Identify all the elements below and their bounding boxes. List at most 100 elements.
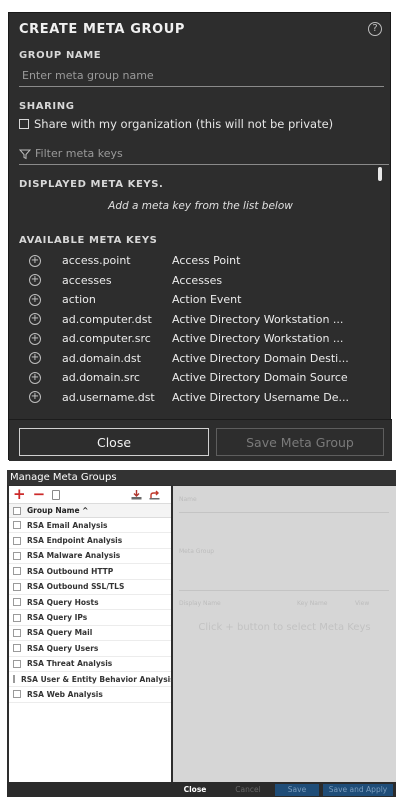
- available-key-row[interactable]: + ad.username.dst Active Directory Usernam…: [9, 388, 392, 408]
- displayed-keys-hint: Add a meta key from the list below: [108, 200, 293, 212]
- available-key-row[interactable]: + accesses Accesses: [9, 271, 392, 291]
- add-key-icon[interactable]: +: [29, 313, 41, 326]
- available-keys-list: + access.point Access Point + accesses Access…: [9, 251, 392, 411]
- group-row[interactable]: RSA Outbound SSL/TLS: [9, 580, 171, 595]
- window-title: Manage Meta Groups: [7, 470, 396, 485]
- add-key-icon[interactable]: +: [29, 274, 41, 287]
- groups-toolbar: + −: [9, 486, 171, 504]
- row-checkbox[interactable]: [13, 628, 21, 637]
- key-name: ad.computer.dst: [62, 312, 152, 326]
- row-checkbox[interactable]: [13, 644, 21, 653]
- group-name: RSA User & Entity Behavior Analysis: [21, 674, 175, 684]
- group-row[interactable]: RSA Malware Analysis: [9, 549, 171, 565]
- dialog-footer: Close Save Meta Group: [9, 419, 392, 461]
- key-name: action: [62, 293, 96, 307]
- detail-view-label: Meta Group: [179, 548, 215, 555]
- cancel-button[interactable]: Cancel: [229, 784, 267, 796]
- row-checkbox[interactable]: [13, 659, 21, 668]
- key-description: Action Event: [172, 293, 242, 307]
- group-row[interactable]: RSA Outbound HTTP: [9, 564, 171, 580]
- add-key-icon[interactable]: +: [29, 391, 41, 404]
- add-key-icon[interactable]: +: [29, 332, 41, 345]
- add-icon[interactable]: +: [13, 487, 26, 502]
- row-checkbox[interactable]: [13, 613, 21, 622]
- key-name: ad.computer.src: [62, 332, 151, 346]
- row-checkbox[interactable]: [13, 567, 21, 576]
- copy-icon[interactable]: [52, 489, 61, 500]
- available-key-row[interactable]: + ad.domain.dst Active Directory Domain De…: [9, 349, 392, 369]
- save-button[interactable]: Save: [275, 784, 319, 796]
- group-name: RSA Query Users: [27, 643, 99, 653]
- group-row[interactable]: RSA User & Entity Behavior Analysis: [9, 672, 175, 688]
- col-view: View: [355, 600, 370, 607]
- group-row[interactable]: RSA Web Analysis: [9, 687, 171, 703]
- help-icon[interactable]: ?: [368, 22, 382, 36]
- row-checkbox[interactable]: [13, 536, 21, 545]
- displayed-meta-keys-label: DISPLAYED META KEYS.: [19, 179, 164, 190]
- group-name: RSA Threat Analysis: [27, 659, 113, 669]
- key-name: ad.username.dst: [62, 390, 155, 404]
- row-checkbox[interactable]: [13, 551, 21, 560]
- manage-meta-groups-window: Manage Meta Groups + − Group Name ^ RSA …: [7, 470, 396, 797]
- row-checkbox[interactable]: [13, 582, 21, 591]
- close-button[interactable]: Close: [175, 784, 215, 796]
- row-checkbox[interactable]: [13, 675, 15, 684]
- key-name: ad.domain.dst: [62, 351, 141, 365]
- group-name: RSA Endpoint Analysis: [27, 536, 123, 546]
- detail-name-line: [179, 512, 389, 513]
- group-row[interactable]: RSA Query Hosts: [9, 595, 171, 611]
- add-key-icon[interactable]: +: [29, 254, 41, 267]
- group-name-label: GROUP NAME: [19, 50, 102, 61]
- save-and-apply-button[interactable]: Save and Apply: [323, 784, 393, 796]
- row-checkbox[interactable]: [13, 690, 21, 699]
- share-checkbox[interactable]: [19, 119, 29, 129]
- col-display-name: Display Name: [179, 600, 221, 607]
- group-name: RSA Query IPs: [27, 613, 88, 623]
- group-row[interactable]: RSA Query Mail: [9, 626, 171, 642]
- available-key-row[interactable]: + action Action Event: [9, 290, 392, 310]
- available-key-row[interactable]: + ad.domain.src Active Directory Domain So…: [9, 368, 392, 388]
- group-row[interactable]: RSA Query IPs: [9, 610, 171, 626]
- empty-state-message: Click + button to select Meta Keys: [198, 622, 371, 633]
- groups-panel: + − Group Name ^ RSA Email Analysis RSA E…: [9, 486, 175, 782]
- filter-icon: [19, 149, 31, 159]
- available-key-row[interactable]: + ad.computer.src Active Directory Worksta…: [9, 329, 392, 349]
- group-name-column-header[interactable]: Group Name ^: [27, 506, 88, 515]
- share-option[interactable]: Share with my organization (this will no…: [19, 117, 333, 131]
- import-icon[interactable]: [131, 489, 142, 500]
- detail-name-label: Name: [179, 496, 197, 503]
- key-description: Active Directory Username De...: [172, 390, 350, 404]
- displayed-keys-scrollbar[interactable]: [378, 167, 382, 181]
- close-button[interactable]: Close: [19, 428, 209, 456]
- manage-footer: Close Cancel Save Save and Apply: [7, 782, 396, 797]
- group-row[interactable]: RSA Endpoint Analysis: [9, 533, 171, 549]
- remove-icon[interactable]: −: [33, 487, 46, 502]
- available-key-row[interactable]: + ad.computer.dst Active Directory Worksta…: [9, 310, 392, 330]
- add-key-icon[interactable]: +: [29, 352, 41, 365]
- add-key-icon[interactable]: +: [29, 371, 41, 384]
- available-meta-keys-label: AVAILABLE META KEYS: [19, 235, 158, 246]
- export-icon[interactable]: [149, 490, 160, 500]
- group-row[interactable]: RSA Query Users: [9, 641, 171, 657]
- key-description: Active Directory Domain Source: [172, 371, 348, 385]
- available-key-row[interactable]: + access.point Access Point: [9, 251, 392, 271]
- dialog-title: CREATE META GROUP: [19, 22, 186, 37]
- select-all-checkbox[interactable]: [13, 506, 21, 515]
- group-row[interactable]: RSA Email Analysis: [9, 518, 171, 534]
- filter-input[interactable]: [35, 147, 355, 160]
- group-name: RSA Query Hosts: [27, 597, 99, 607]
- groups-grid-body: RSA Email Analysis RSA Endpoint Analysis R…: [9, 518, 175, 703]
- group-name: RSA Email Analysis: [27, 520, 108, 530]
- key-name: ad.domain.src: [62, 371, 140, 385]
- group-name: RSA Outbound SSL/TLS: [27, 582, 125, 592]
- row-checkbox[interactable]: [13, 598, 21, 607]
- detail-view-line: [179, 590, 389, 591]
- key-name: accesses: [62, 273, 112, 287]
- save-meta-group-button[interactable]: Save Meta Group: [216, 428, 384, 456]
- group-name: RSA Outbound HTTP: [27, 566, 114, 576]
- detail-columns: Display Name Key Name View: [179, 600, 393, 607]
- group-name-input[interactable]: [19, 65, 384, 87]
- row-checkbox[interactable]: [13, 521, 21, 530]
- add-key-icon[interactable]: +: [29, 293, 41, 306]
- group-row[interactable]: RSA Threat Analysis: [9, 657, 171, 672]
